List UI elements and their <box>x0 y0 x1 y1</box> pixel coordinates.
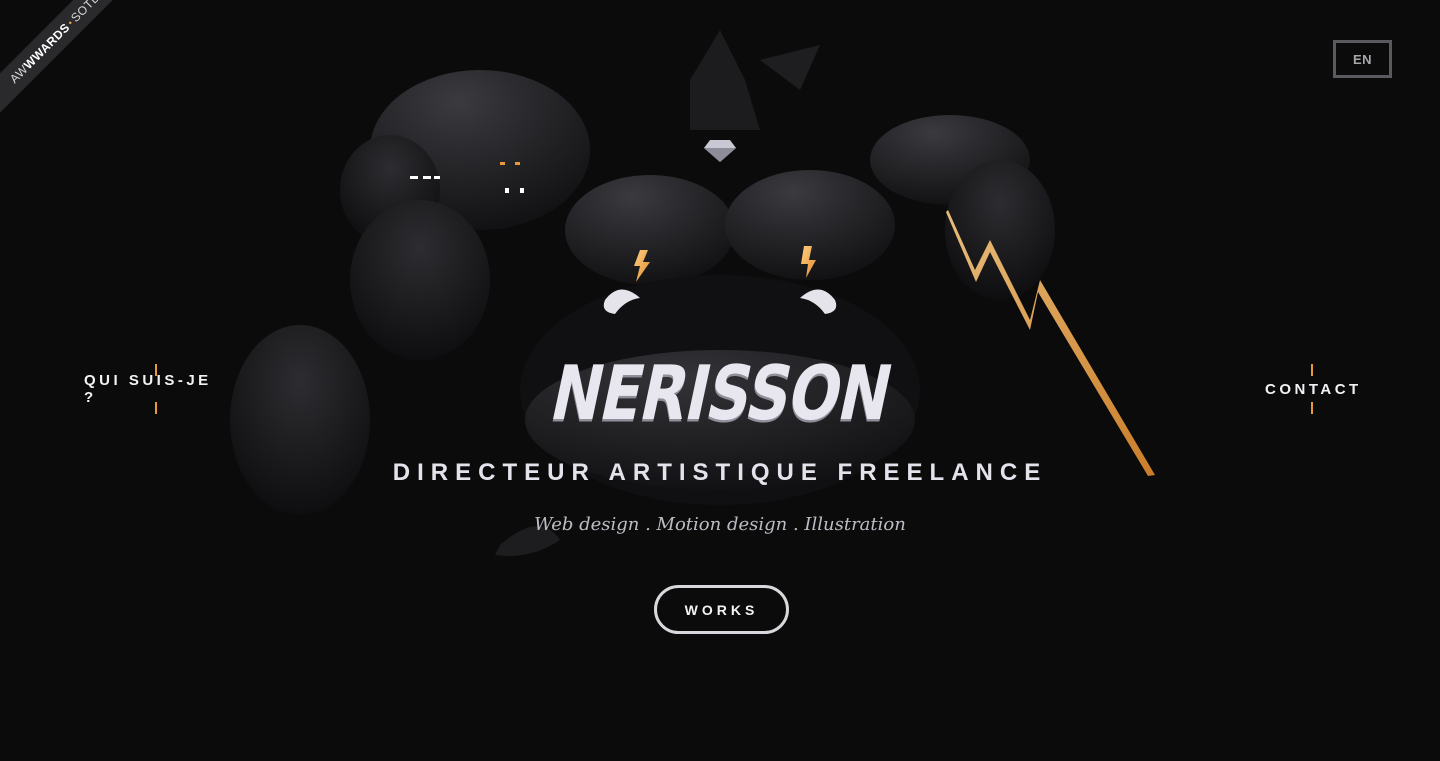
diamond-icon <box>704 140 736 162</box>
nav-contact-link[interactable]: CONTACT <box>1265 364 1359 414</box>
nav-tick-top <box>1311 364 1313 376</box>
works-button[interactable]: WORKS <box>654 585 789 634</box>
nav-about-label: QUI SUIS-JE ? <box>84 372 212 406</box>
nav-about-link[interactable]: QUI SUIS-JE ? <box>84 364 228 414</box>
language-button[interactable]: EN <box>1333 40 1392 78</box>
nav-tick-top <box>155 364 157 376</box>
nav-tick-bottom <box>155 402 157 414</box>
hero-subtitle: DIRECTEUR ARTISTIQUE FREELANCE <box>392 459 1048 486</box>
nav-contact-label: CONTACT <box>1265 380 1362 398</box>
nav-tick-bottom <box>1311 402 1313 414</box>
logo-text: NERISSON <box>543 350 899 438</box>
hero-skills: Web design . Motion design . Illustratio… <box>534 514 906 535</box>
page: AW WWARDS • SOTD EN QUI SUIS-JE ? CONTACT N… <box>0 0 1440 761</box>
site-logo: NERISSON <box>543 350 898 438</box>
